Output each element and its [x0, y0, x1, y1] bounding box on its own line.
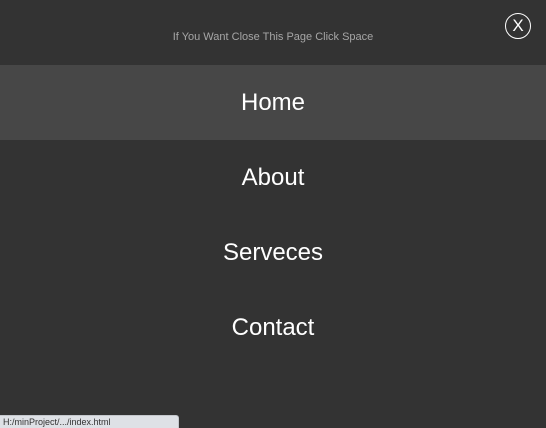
nav-item-home[interactable]: Home [0, 65, 546, 140]
nav-item-contact[interactable]: Contact [0, 290, 546, 365]
nav-item-about[interactable]: About [0, 140, 546, 215]
nav-item-services[interactable]: Serveces [0, 215, 546, 290]
menu-overlay: If You Want Close This Page Click Space … [0, 0, 546, 428]
close-icon: X [512, 16, 524, 35]
close-button[interactable]: X [505, 13, 531, 39]
nav-menu: Home About Serveces Contact [0, 65, 546, 365]
browser-status-url: H:/minProject/.../index.html [0, 415, 179, 428]
close-hint-text: If You Want Close This Page Click Space [172, 31, 374, 43]
